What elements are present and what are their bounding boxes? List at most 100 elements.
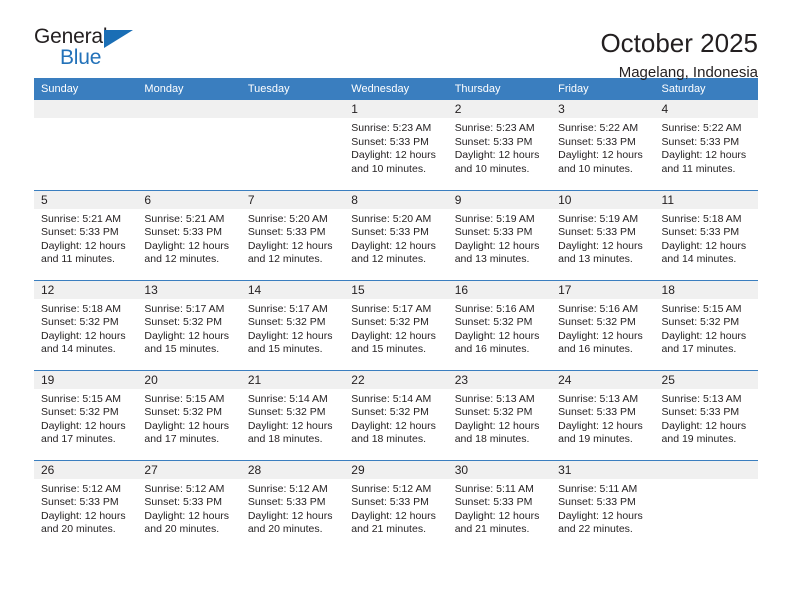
day-details: Sunrise: 5:20 AM Sunset: 5:33 PM Daylight:…	[241, 209, 344, 267]
day-details: Sunrise: 5:13 AM Sunset: 5:33 PM Daylight:…	[655, 389, 758, 447]
day-number: 17	[551, 280, 655, 299]
day-details: Sunrise: 5:22 AM Sunset: 5:33 PM Daylight:…	[655, 118, 758, 176]
day-detail-line: Sunset: 5:33 PM	[144, 496, 223, 508]
day-detail-line: and 17 minutes.	[661, 343, 737, 355]
day-cell[interactable]: 8 Sunrise: 5:20 AM Sunset: 5:33 PM Daylight…	[344, 189, 448, 280]
day-number: 13	[137, 280, 241, 299]
day-detail-line: and 20 minutes.	[41, 523, 116, 535]
day-number: 6	[137, 190, 241, 209]
day-number: 26	[34, 460, 138, 479]
day-cell[interactable]: 26 Sunrise: 5:12 AM Sunset: 5:33 PM Dayligh…	[34, 459, 138, 550]
day-detail-line: Daylight: 12 hours	[144, 329, 230, 342]
day-details: Sunrise: 5:19 AM Sunset: 5:33 PM Daylight:…	[448, 209, 551, 267]
day-cell[interactable]: 2 Sunrise: 5:23 AM Sunset: 5:33 PM Daylight…	[447, 100, 552, 190]
day-number: 9	[447, 190, 552, 209]
day-cell[interactable]: 21 Sunrise: 5:14 AM Sunset: 5:32 PM Dayligh…	[240, 369, 345, 460]
day-detail-line: Sunset: 5:32 PM	[351, 406, 429, 418]
day-cell[interactable]: 1 Sunrise: 5:23 AM Sunset: 5:33 PM Daylight…	[344, 100, 448, 190]
day-cell[interactable]: 24 Sunrise: 5:13 AM Sunset: 5:33 PM Dayligh…	[551, 369, 655, 460]
day-details	[137, 118, 240, 122]
day-detail-line: Daylight: 12 hours	[454, 149, 540, 161]
day-detail-line: Sunset: 5:33 PM	[661, 406, 740, 418]
generalblue-logo[interactable]: General Blue	[34, 26, 164, 68]
day-cell[interactable]: 9 Sunrise: 5:19 AM Sunset: 5:33 PM Daylight…	[447, 189, 552, 280]
day-cell[interactable]: 31 Sunrise: 5:11 AM Sunset: 5:33 PM Dayligh…	[551, 459, 655, 550]
day-details: Sunrise: 5:12 AM Sunset: 5:33 PM Daylight:…	[344, 479, 447, 537]
day-detail-line: Daylight: 12 hours	[558, 239, 643, 252]
day-cell[interactable]: 20 Sunrise: 5:15 AM Sunset: 5:32 PM Dayligh…	[137, 369, 241, 460]
day-cell[interactable]: 10 Sunrise: 5:19 AM Sunset: 5:33 PM Dayligh…	[551, 189, 655, 280]
day-detail-line: and 18 minutes.	[351, 433, 426, 445]
day-detail-line: Sunrise: 5:23 AM	[454, 122, 535, 134]
day-details: Sunrise: 5:21 AM Sunset: 5:33 PM Daylight:…	[34, 209, 137, 267]
day-detail-line: Daylight: 12 hours	[351, 419, 436, 432]
day-details: Sunrise: 5:17 AM Sunset: 5:32 PM Daylight:…	[241, 299, 344, 357]
day-detail-line: Daylight: 12 hours	[144, 419, 230, 432]
day-details: Sunrise: 5:11 AM Sunset: 5:33 PM Daylight:…	[448, 479, 551, 537]
day-detail-line: Sunrise: 5:21 AM	[144, 212, 225, 225]
day-cell[interactable]: 12 Sunrise: 5:18 AM Sunset: 5:32 PM Dayligh…	[34, 279, 138, 370]
day-detail-line: Sunset: 5:33 PM	[41, 496, 119, 508]
day-detail-line: and 14 minutes.	[661, 253, 737, 265]
day-cell[interactable]: 13 Sunrise: 5:17 AM Sunset: 5:32 PM Dayligh…	[137, 279, 241, 370]
day-number: 19	[34, 370, 138, 389]
day-number: 21	[240, 370, 345, 389]
day-detail-line: Sunrise: 5:14 AM	[351, 392, 432, 405]
day-detail-line: Sunrise: 5:12 AM	[144, 482, 225, 495]
day-detail-line: Sunrise: 5:15 AM	[41, 392, 121, 405]
day-detail-line: Daylight: 12 hours	[661, 419, 747, 432]
day-cell[interactable]: 15 Sunrise: 5:17 AM Sunset: 5:32 PM Dayligh…	[344, 279, 448, 370]
day-cell[interactable]: 16 Sunrise: 5:16 AM Sunset: 5:32 PM Dayligh…	[447, 279, 552, 370]
day-cell[interactable]: 29 Sunrise: 5:12 AM Sunset: 5:33 PM Dayligh…	[344, 459, 448, 550]
day-cell[interactable]: 7 Sunrise: 5:20 AM Sunset: 5:33 PM Daylight…	[240, 189, 345, 280]
day-cell[interactable]: 3 Sunrise: 5:22 AM Sunset: 5:33 PM Daylight…	[551, 100, 655, 190]
day-detail-line: Sunrise: 5:16 AM	[558, 302, 639, 315]
day-cell[interactable]: 17 Sunrise: 5:16 AM Sunset: 5:32 PM Dayligh…	[551, 279, 655, 370]
day-number: 2	[447, 100, 552, 118]
day-details: Sunrise: 5:12 AM Sunset: 5:33 PM Daylight:…	[241, 479, 344, 537]
day-detail-line: Daylight: 12 hours	[661, 329, 747, 342]
day-cell[interactable]: 23 Sunrise: 5:13 AM Sunset: 5:32 PM Dayligh…	[447, 369, 552, 460]
day-details: Sunrise: 5:21 AM Sunset: 5:33 PM Daylight:…	[137, 209, 240, 267]
day-detail-line: Sunrise: 5:22 AM	[661, 122, 742, 134]
day-detail-line: Sunset: 5:33 PM	[247, 496, 326, 508]
day-cell[interactable]: 22 Sunrise: 5:14 AM Sunset: 5:32 PM Dayligh…	[344, 369, 448, 460]
day-cell[interactable]: 19 Sunrise: 5:15 AM Sunset: 5:32 PM Dayligh…	[34, 369, 138, 460]
day-detail-line: Daylight: 12 hours	[558, 329, 643, 342]
day-detail-line: Sunrise: 5:19 AM	[454, 212, 535, 225]
day-details: Sunrise: 5:15 AM Sunset: 5:32 PM Daylight:…	[137, 389, 240, 447]
day-cell[interactable]: 30 Sunrise: 5:11 AM Sunset: 5:33 PM Dayligh…	[447, 459, 552, 550]
day-detail-line: Sunset: 5:33 PM	[351, 496, 429, 508]
day-detail-line: Sunset: 5:32 PM	[351, 316, 429, 328]
day-detail-line: and 15 minutes.	[351, 343, 426, 355]
day-cell[interactable]: 27 Sunrise: 5:12 AM Sunset: 5:33 PM Dayligh…	[137, 459, 241, 550]
day-detail-line: Sunset: 5:32 PM	[144, 406, 223, 418]
day-detail-line: and 18 minutes.	[247, 433, 323, 445]
day-cell[interactable]: 25 Sunrise: 5:13 AM Sunset: 5:33 PM Dayligh…	[654, 369, 758, 460]
day-cell[interactable]: 4 Sunrise: 5:22 AM Sunset: 5:33 PM Daylight…	[654, 100, 758, 190]
day-detail-line: Sunrise: 5:22 AM	[558, 122, 639, 134]
day-detail-line: Daylight: 12 hours	[454, 329, 540, 342]
day-number: 29	[344, 460, 448, 479]
page-title: October 2025	[600, 28, 758, 58]
day-detail-line: and 17 minutes.	[41, 433, 116, 445]
day-cell[interactable]: 14 Sunrise: 5:17 AM Sunset: 5:32 PM Dayligh…	[240, 279, 345, 370]
day-cell[interactable]: 18 Sunrise: 5:15 AM Sunset: 5:32 PM Dayligh…	[654, 279, 758, 370]
day-cell[interactable]: 11 Sunrise: 5:18 AM Sunset: 5:33 PM Dayligh…	[654, 189, 758, 280]
weekday-header-monday: Monday	[137, 78, 241, 100]
day-cell[interactable]: 5 Sunrise: 5:21 AM Sunset: 5:33 PM Daylight…	[34, 189, 138, 280]
day-detail-line: and 19 minutes.	[661, 433, 737, 445]
day-detail-line: and 15 minutes.	[144, 343, 220, 355]
day-number: 3	[551, 100, 655, 118]
day-detail-line: Sunrise: 5:21 AM	[41, 212, 121, 225]
day-cell[interactable]: 28 Sunrise: 5:12 AM Sunset: 5:33 PM Dayligh…	[240, 459, 345, 550]
day-detail-line: Sunrise: 5:18 AM	[41, 302, 121, 315]
day-detail-line: Sunset: 5:32 PM	[661, 316, 740, 328]
calendar-week-row: 1 Sunrise: 5:23 AM Sunset: 5:33 PM Daylight…	[34, 100, 758, 190]
weekday-header-tuesday: Tuesday	[240, 78, 345, 100]
day-detail-line: Sunrise: 5:12 AM	[247, 482, 328, 495]
day-number: 16	[447, 280, 552, 299]
page-header: General Blue October 2025 Magelang, Indo…	[34, 0, 758, 82]
day-details: Sunrise: 5:18 AM Sunset: 5:33 PM Daylight:…	[655, 209, 758, 267]
day-cell[interactable]: 6 Sunrise: 5:21 AM Sunset: 5:33 PM Daylight…	[137, 189, 241, 280]
